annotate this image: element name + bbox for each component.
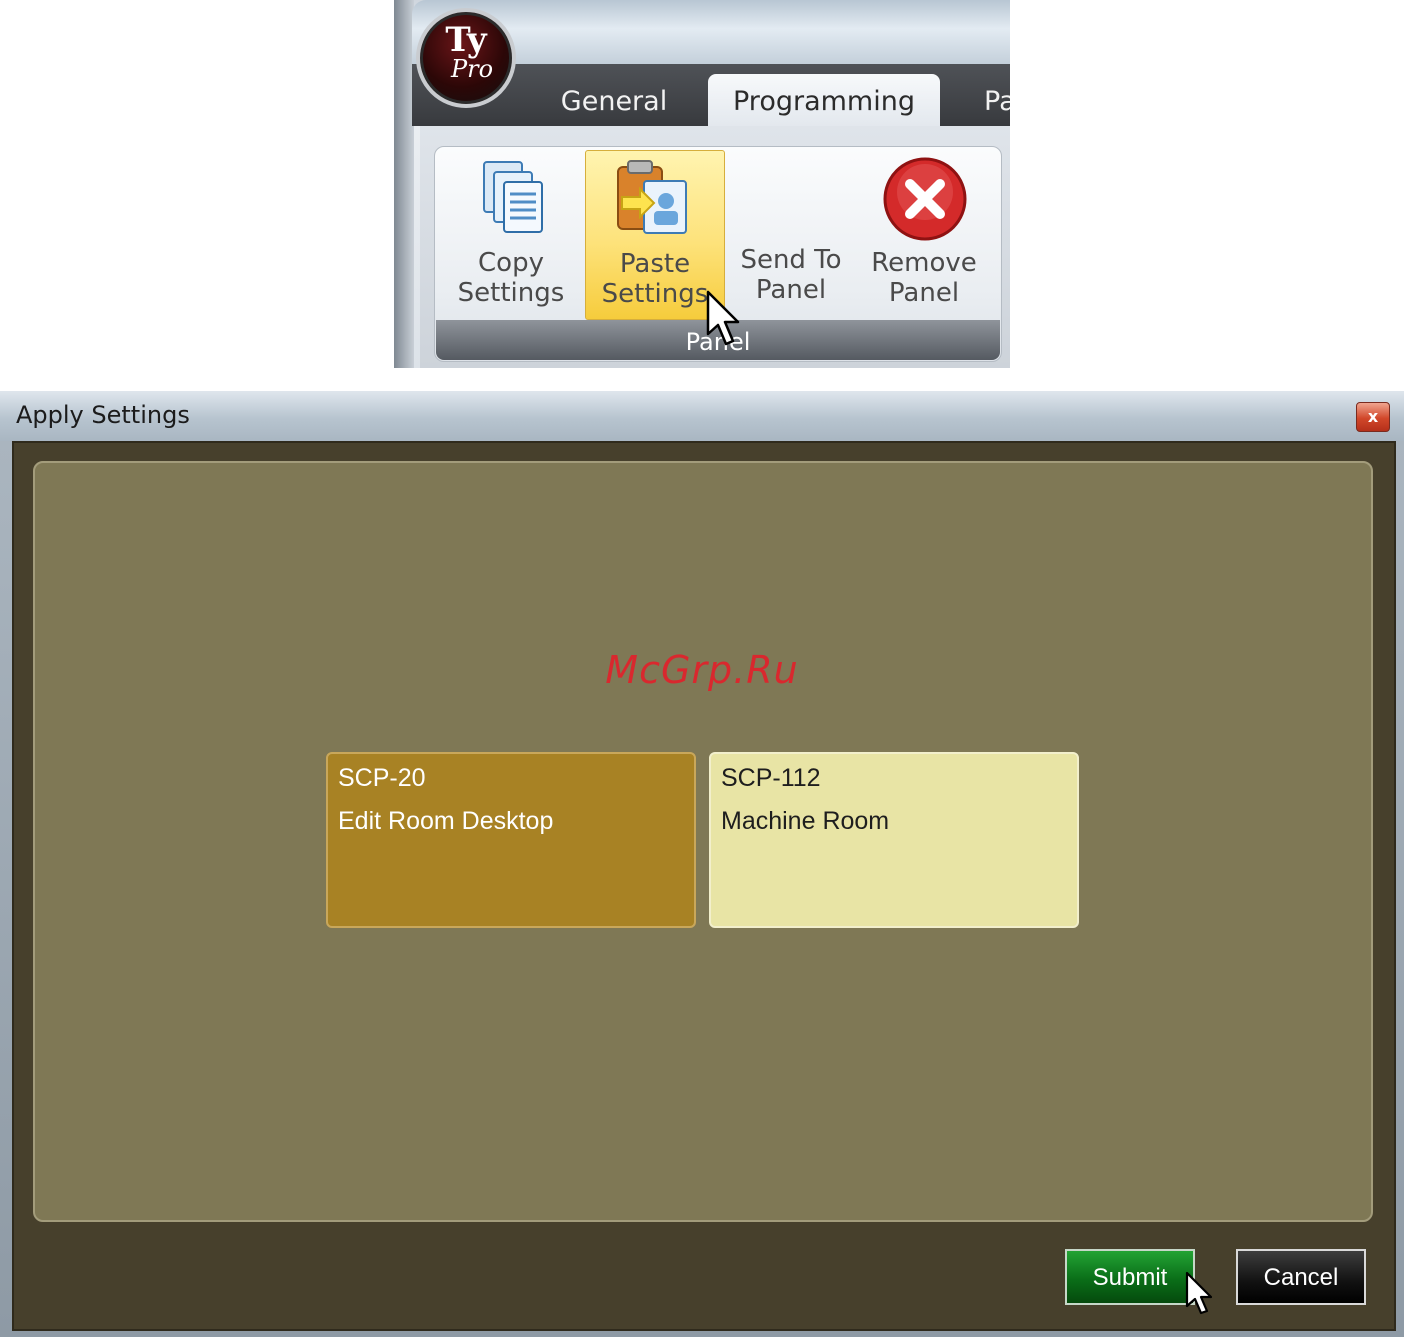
mouse-cursor-icon — [706, 290, 740, 346]
copy-settings-label-1: Copy — [478, 248, 544, 278]
paste-settings-label-1: Paste — [619, 249, 691, 279]
paste-settings-button[interactable]: Paste Settings — [585, 150, 725, 320]
panel-card-scp-112[interactable]: SCP-112 Machine Room — [709, 752, 1079, 928]
panel-id: SCP-20 — [338, 764, 426, 792]
panel-name: Machine Room — [721, 807, 890, 835]
send-to-panel-label-1: Send To — [740, 245, 842, 275]
panel-card-scp-20[interactable]: SCP-20 Edit Room Desktop — [326, 752, 696, 928]
logo-text-ty: Ty — [445, 20, 487, 60]
cancel-button[interactable]: Cancel — [1236, 1249, 1366, 1305]
dialog-title: Apply Settings — [16, 401, 190, 429]
copy-settings-button[interactable]: Copy Settings — [444, 150, 578, 318]
remove-icon — [883, 157, 967, 241]
remove-panel-label-1: Remove — [871, 248, 977, 278]
window-frame — [394, 0, 414, 368]
panel-name: Edit Room Desktop — [338, 807, 554, 835]
tab-programming[interactable]: Programming — [708, 74, 940, 126]
paste-settings-label-2: Settings — [601, 279, 709, 309]
remove-panel-button[interactable]: Remove Panel — [860, 150, 988, 318]
paste-icon — [617, 160, 687, 234]
panel-selection-area — [33, 461, 1373, 1222]
send-to-panel-label-2: Panel — [755, 275, 827, 305]
remove-panel-label-2: Panel — [888, 278, 960, 308]
send-to-panel-button[interactable]: Send To Panel — [728, 150, 854, 318]
submit-button[interactable]: Submit — [1065, 1249, 1195, 1305]
dialog-titlebar[interactable] — [0, 391, 1404, 441]
watermark-text: McGrp.Ru — [605, 648, 799, 692]
panel-id: SCP-112 — [721, 764, 821, 792]
close-icon: x — [1367, 407, 1379, 426]
mouse-cursor-icon — [1185, 1271, 1213, 1315]
tab-general[interactable]: General — [548, 74, 680, 126]
logo-text-pro: Pro — [450, 55, 494, 83]
tab-partial[interactable]: Pa — [984, 74, 1010, 126]
close-button[interactable]: x — [1356, 402, 1390, 432]
copy-settings-label-2: Settings — [457, 278, 565, 308]
typro-logo[interactable]: Ty Pro — [416, 8, 516, 108]
copy-icon — [483, 161, 543, 233]
